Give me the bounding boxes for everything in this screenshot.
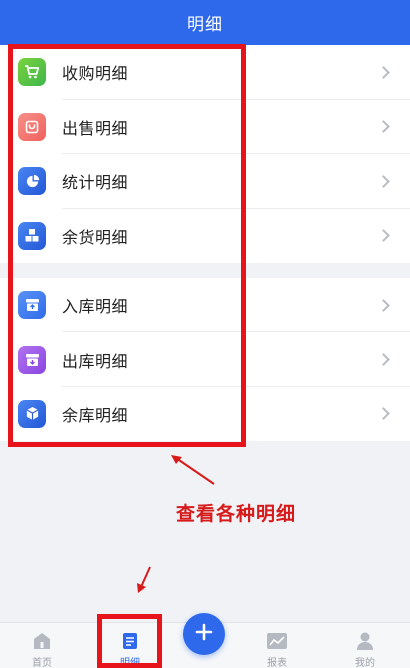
chevron-right-icon	[377, 353, 390, 366]
list-item-outbound-details[interactable]: 出库明细	[0, 332, 410, 387]
boxes-icon	[18, 221, 46, 250]
list-item-label: 收购明细	[62, 64, 129, 84]
list-item-label: 统计明细	[62, 173, 129, 193]
user-icon	[355, 631, 375, 655]
chevron-right-icon	[377, 174, 390, 188]
cart-icon	[18, 58, 46, 87]
chevron-right-icon	[377, 65, 390, 79]
tab-home[interactable]: 首页	[12, 623, 72, 668]
list-item-label: 余货明细	[62, 227, 129, 247]
list-item-remaining-stock-details[interactable]: 余库明细	[0, 387, 410, 441]
page-title: 明细	[0, 0, 410, 45]
chevron-right-icon	[377, 407, 390, 421]
outbound-icon	[18, 345, 46, 374]
cube-icon	[18, 399, 46, 428]
detail-list-group-2: 入库明细 出库明细 余库明细	[0, 278, 410, 441]
list-item-label: 余库明细	[62, 405, 129, 425]
detail-list-group-1: 收购明细 出售明细 统计明细 余货明细	[0, 45, 410, 263]
document-icon	[120, 631, 140, 655]
tab-label: 首页	[32, 658, 52, 668]
tab-details[interactable]: 明细	[100, 623, 160, 668]
chevron-right-icon	[377, 229, 390, 243]
inbound-icon	[18, 291, 46, 320]
list-item-purchase-details[interactable]: 收购明细	[0, 45, 410, 100]
annotation-text: 查看各种明细	[176, 503, 297, 525]
tab-reports[interactable]: 报表	[247, 623, 307, 668]
list-item-label: 出售明细	[62, 118, 129, 138]
tab-label: 明细	[120, 658, 140, 668]
pie-chart-icon	[18, 167, 46, 196]
annotation-arrow-icon-2	[137, 566, 151, 593]
annotation-arrow-icon	[171, 455, 215, 485]
trend-chart-icon	[266, 631, 288, 655]
chevron-right-icon	[377, 298, 390, 312]
chevron-right-icon	[377, 120, 390, 134]
home-icon	[32, 631, 52, 655]
list-item-label: 出库明细	[62, 351, 129, 371]
list-item-inbound-details[interactable]: 入库明细	[0, 278, 410, 333]
bag-icon	[18, 112, 46, 141]
list-item-statistics-details[interactable]: 统计明细	[0, 154, 410, 209]
tab-mine[interactable]: 我的	[335, 623, 395, 668]
add-button[interactable]	[183, 613, 225, 655]
list-item-leftover-goods-details[interactable]: 余货明细	[0, 209, 410, 264]
tab-label: 我的	[355, 658, 375, 668]
tab-label: 报表	[267, 658, 287, 668]
list-item-sales-details[interactable]: 出售明细	[0, 100, 410, 154]
plus-icon	[195, 623, 213, 645]
list-item-label: 入库明细	[62, 297, 129, 317]
